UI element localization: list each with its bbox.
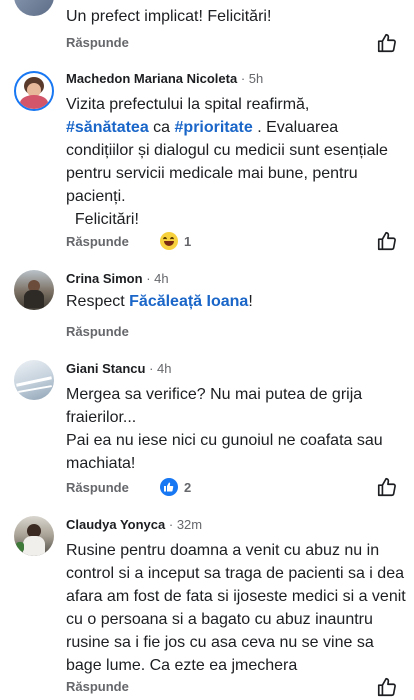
reaction-summary[interactable]: 1: [160, 232, 191, 250]
comment-meta: Giani Stancu · 4h: [66, 361, 172, 376]
comment-time: 32m: [176, 517, 203, 532]
comment-text: Respect Făcăleață Ioana!: [66, 293, 253, 310]
comment-time: 4h: [157, 361, 172, 376]
reaction-count: 2: [184, 479, 192, 495]
avatar[interactable]: [14, 270, 54, 310]
reply-button[interactable]: Răspunde: [66, 480, 129, 495]
comment-time: 5h: [248, 71, 264, 86]
avatar[interactable]: [14, 0, 54, 16]
reply-button[interactable]: Răspunde: [66, 234, 129, 249]
comment: Claudya Yonyca · 32m Rusine pentru doamn…: [0, 512, 414, 700]
commenter-name[interactable]: Machedon Mariana Nicoleta: [66, 71, 237, 86]
like-icon[interactable]: [376, 230, 398, 252]
reply-button[interactable]: Răspunde: [66, 324, 129, 339]
comment-meta: Crina Simon · 4h: [66, 271, 169, 286]
comment: Crina Simon · 4h Respect Făcăleață Ioana…: [0, 266, 414, 346]
commenter-name[interactable]: Giani Stancu: [66, 361, 145, 376]
reply-button[interactable]: Răspunde: [66, 679, 129, 694]
reaction-count: 1: [184, 233, 192, 249]
comment-meta: Claudya Yonyca · 32m: [66, 517, 203, 532]
comment-text: Mergea sa verifice? Nu mai putea de grij…: [66, 386, 383, 472]
commenter-name[interactable]: Claudya Yonyca: [66, 517, 165, 532]
like-icon[interactable]: [376, 32, 398, 54]
comment-text: Un prefect implicat! Felicitări!: [66, 8, 272, 25]
thumbs-up-icon: [160, 478, 178, 496]
hashtag-link[interactable]: #sănătatea: [66, 119, 149, 136]
avatar[interactable]: [14, 516, 54, 556]
reaction-summary[interactable]: 2: [160, 478, 191, 496]
laughing-emoji-icon: [160, 232, 178, 250]
comment-meta: Machedon Mariana Nicoleta · 5h: [66, 71, 264, 86]
comment: Un prefect implicat! Felicitări! Răspund…: [0, 0, 414, 60]
comment-time: 4h: [154, 271, 169, 286]
commenter-name[interactable]: Crina Simon: [66, 271, 143, 286]
reply-button[interactable]: Răspunde: [66, 35, 129, 50]
comment-text: Vizita prefectului la spital reafirmă, #…: [66, 96, 388, 228]
hashtag-link[interactable]: #prioritate: [175, 119, 253, 136]
like-icon[interactable]: [376, 476, 398, 498]
like-icon[interactable]: [376, 676, 398, 698]
avatar[interactable]: [14, 360, 54, 400]
comment: Giani Stancu · 4h Mergea sa verifice? Nu…: [0, 356, 414, 502]
mention-link[interactable]: Făcăleață Ioana: [129, 293, 248, 310]
avatar[interactable]: [14, 71, 54, 111]
comment: Machedon Mariana Nicoleta · 5h Vizita pr…: [0, 66, 414, 256]
comment-text: Rusine pentru doamna a venit cu abuz nu …: [66, 542, 411, 674]
